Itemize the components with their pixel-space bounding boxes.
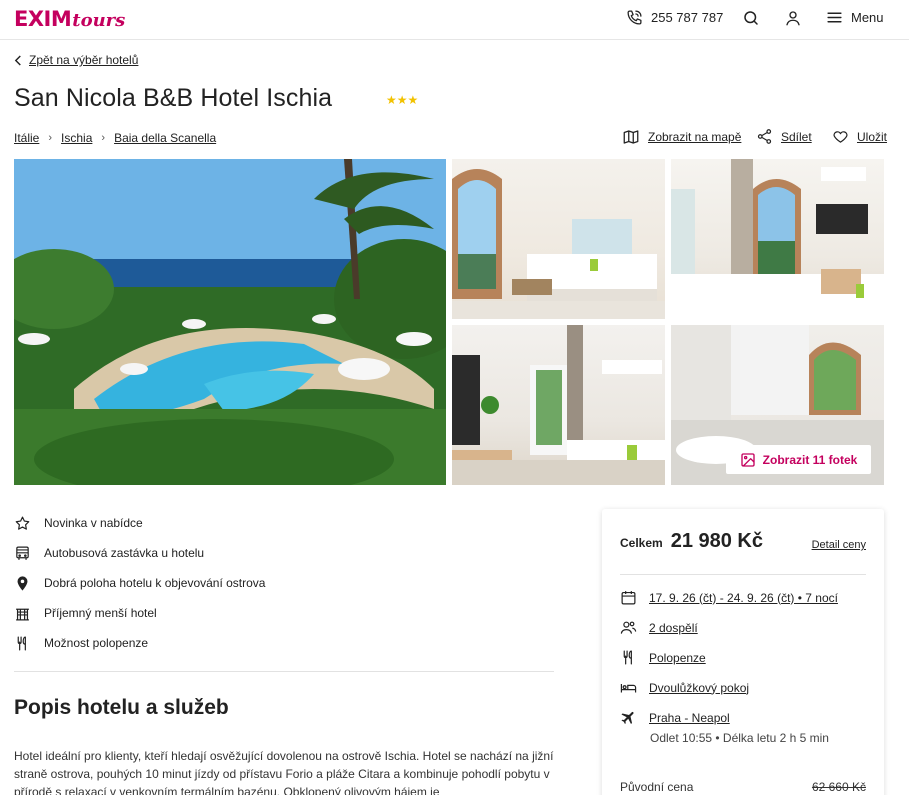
bedroom-image (671, 159, 884, 319)
star-rating: ★★★ (386, 93, 419, 107)
chevron-right-icon: › (48, 132, 53, 144)
breadcrumb: Itálie › Ischia › Baia della Scanella (14, 131, 216, 145)
breadcrumb-item-region[interactable]: Ischia (61, 131, 92, 145)
share-icon (757, 129, 772, 144)
menu-label: Menu (851, 10, 884, 25)
utensils-icon (623, 650, 632, 665)
logo-sub: tours (72, 10, 126, 31)
feature-item: Možnost polopenze (14, 628, 554, 658)
room-photo-1[interactable] (452, 159, 665, 319)
image-icon (740, 452, 755, 467)
description-heading: Popis hotelu a služeb (14, 696, 229, 719)
original-price-label: Původní cena (620, 780, 694, 794)
phone-link[interactable]: 255 787 787 (626, 9, 723, 26)
feature-item: Autobusová zastávka u hotelu (14, 538, 554, 568)
feature-item: Novinka v nabídce (14, 508, 554, 538)
menu-button[interactable]: Menu (826, 9, 884, 26)
feature-label: Novinka v nabídce (44, 516, 143, 530)
original-price-row: Původní cena 62 660 Kč (620, 780, 866, 794)
dates-value: 17. 9. 26 (čt) - 24. 9. 26 (čt) • 7 nocí (649, 590, 838, 605)
travellers-row[interactable]: 2 dospělí (620, 619, 698, 636)
dates-row[interactable]: 17. 9. 26 (čt) - 24. 9. 26 (čt) • 7 nocí (620, 589, 838, 606)
hotel-features-list: Novinka v nabídce Autobusová zastávka u … (14, 508, 554, 658)
board-row[interactable]: Polopenze (620, 649, 706, 666)
board-value: Polopenze (649, 650, 706, 665)
plane-icon (621, 711, 634, 725)
room-photo-4[interactable]: Zobrazit 11 fotek (671, 325, 884, 485)
show-on-map-button[interactable]: Zobrazit na mapě (622, 128, 741, 146)
feature-label: Možnost polopenze (44, 636, 149, 650)
flight-value: Praha - Neapol (649, 710, 730, 725)
breadcrumb-item-country[interactable]: Itálie (14, 131, 39, 145)
logo[interactable]: EXIM tours (14, 7, 125, 31)
flight-row[interactable]: Praha - Neapol (620, 709, 730, 726)
hamburger-icon (827, 12, 842, 23)
hotel-main-photo[interactable] (14, 159, 446, 485)
search-icon (744, 11, 758, 25)
room-row[interactable]: Dvoulůžkový pokoj (620, 679, 749, 696)
bedroom-image (452, 169, 665, 319)
breadcrumb-item-locality[interactable]: Baia della Scanella (114, 131, 216, 145)
save-button[interactable]: Uložit (832, 128, 887, 145)
feature-label: Autobusová zastávka u hotelu (44, 546, 205, 560)
card-divider (620, 574, 866, 575)
back-label: Zpět na výběr hotelů (29, 53, 139, 67)
bed-icon (620, 683, 637, 693)
account-button[interactable] (784, 9, 802, 32)
description-text: Hotel ideální pro klienty, kteří hledají… (14, 749, 554, 795)
pool-scene-image (14, 159, 446, 485)
feature-label: Dobrá poloha hotelu k objevování ostrova (44, 576, 266, 590)
section-divider (14, 671, 554, 672)
room-value: Dvoulůžkový pokoj (649, 680, 750, 695)
chevron-right-icon: › (101, 132, 106, 144)
phone-icon (627, 10, 642, 25)
share-label: Sdílet (781, 129, 812, 144)
original-price-value: 62 660 Kč (811, 780, 866, 794)
users-icon (620, 621, 637, 634)
show-photos-label: Zobrazit 11 fotek (762, 452, 858, 467)
site-header: EXIM tours 255 787 787 Menu (0, 0, 909, 40)
user-icon (786, 11, 800, 26)
logo-brand: EXIM (14, 7, 72, 31)
price-detail-link[interactable]: Detail ceny (812, 539, 866, 551)
utensils-icon (17, 636, 26, 650)
feature-item: Dobrá poloha hotelu k objevování ostrova (14, 568, 554, 598)
total-value: 21 980 Kč (670, 530, 763, 552)
chevron-left-icon (14, 54, 21, 66)
heart-icon (833, 131, 848, 143)
share-button[interactable]: Sdílet (756, 128, 812, 145)
show-all-photos-button[interactable]: Zobrazit 11 fotek (726, 445, 871, 474)
bus-icon (16, 546, 29, 560)
total-price: Celkem 21 980 Kč (620, 530, 763, 553)
back-to-hotels-link[interactable]: Zpět na výběr hotelů (14, 53, 138, 67)
star-outline-icon (15, 516, 30, 530)
map-icon (623, 130, 639, 144)
travellers-value: 2 dospělí (649, 620, 698, 635)
feature-label: Příjemný menší hotel (44, 606, 157, 620)
save-label: Uložit (857, 129, 888, 144)
room-photo-2[interactable] (671, 159, 884, 319)
total-label: Celkem (620, 536, 663, 550)
building-icon (16, 608, 29, 620)
bedroom-image (452, 325, 665, 485)
room-photo-3[interactable] (452, 325, 665, 485)
flight-info: Odlet 10:55 • Délka letu 2 h 5 min (650, 731, 829, 745)
feature-item: Příjemný menší hotel (14, 598, 554, 628)
price-card: Celkem 21 980 Kč Detail ceny 17. 9. 26 (… (602, 509, 884, 795)
map-label: Zobrazit na mapě (648, 130, 742, 144)
calendar-icon (621, 591, 636, 605)
page-title: San Nicola B&B Hotel Ischia (14, 84, 333, 112)
search-button[interactable] (742, 9, 760, 32)
phone-number: 255 787 787 (651, 10, 724, 25)
location-pin-icon (17, 575, 28, 591)
